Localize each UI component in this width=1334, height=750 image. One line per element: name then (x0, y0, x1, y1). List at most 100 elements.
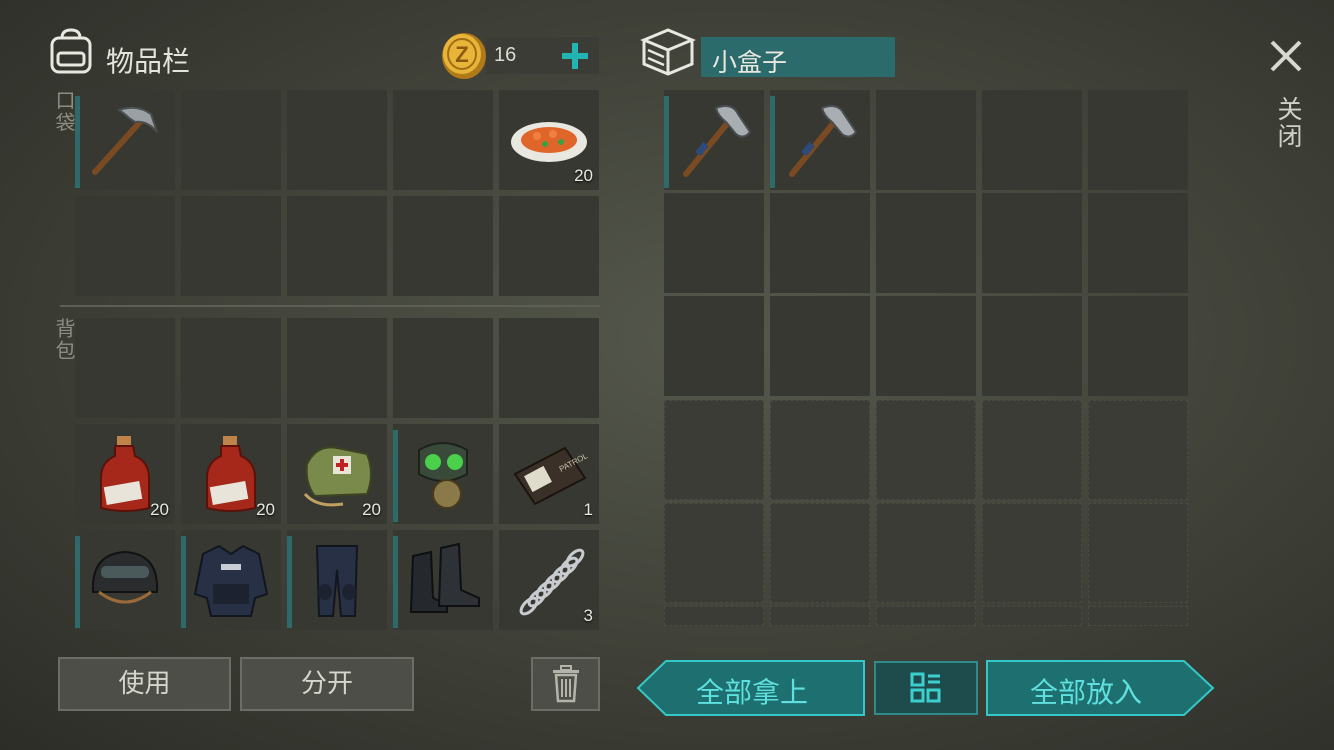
split-button[interactable]: 分开 (240, 657, 414, 711)
spring-slot[interactable]: 3 (499, 530, 599, 630)
container-title: 小盒子 (712, 48, 788, 77)
inventory-slot[interactable] (770, 400, 870, 500)
inventory-slot[interactable] (982, 90, 1082, 190)
durability-bar (181, 536, 186, 628)
police-pants-slot[interactable] (287, 530, 387, 630)
inventory-slot[interactable] (770, 193, 870, 293)
inventory-slot[interactable] (393, 90, 493, 190)
inventory-slot[interactable] (770, 606, 870, 626)
inventory-slot[interactable] (1088, 503, 1188, 603)
spirit-bottle-slot[interactable]: 20 (75, 424, 175, 524)
inventory-slot[interactable] (75, 196, 175, 296)
backpack-icon (46, 26, 96, 76)
durability-bar (664, 96, 669, 188)
inventory-slot[interactable] (499, 318, 599, 418)
layout-toggle-button[interactable] (874, 661, 978, 715)
police-wallet-slot[interactable]: PATROL 1 (499, 424, 599, 524)
police-wallet-icon: PATROL (513, 446, 589, 506)
coin-count: 16 (494, 44, 517, 66)
inventory-slot[interactable] (982, 296, 1082, 396)
take-all-label: 全部拿上 (696, 676, 809, 709)
food-plate-slot[interactable]: 20 (499, 90, 599, 190)
inventory-slot[interactable] (1088, 193, 1188, 293)
gas-mask-icon (418, 442, 468, 509)
inventory-slot[interactable] (181, 196, 281, 296)
close-button[interactable]: 关闭 (1262, 36, 1310, 166)
item-count: 20 (256, 500, 275, 519)
durability-bar (770, 96, 775, 188)
police-vest-icon (193, 544, 269, 617)
inventory-slot[interactable] (1088, 296, 1188, 396)
inventory-slot[interactable] (876, 606, 976, 626)
police-vest-slot[interactable] (181, 530, 281, 630)
box-icon (640, 26, 696, 78)
inventory-slot[interactable] (982, 606, 1082, 626)
plus-icon (562, 43, 588, 69)
durability-bar (287, 536, 292, 628)
durability-bar (393, 536, 398, 628)
inventory-slot[interactable] (876, 503, 976, 603)
spring-icon (519, 548, 585, 616)
hatchet-slot[interactable] (770, 90, 870, 190)
trash-icon (553, 665, 579, 703)
inventory-slot[interactable] (499, 196, 599, 296)
put-all-button[interactable]: 全部放入 (986, 660, 1216, 716)
inventory-slot[interactable] (770, 503, 870, 603)
inventory-slot[interactable] (770, 296, 870, 396)
inventory-slot[interactable] (876, 400, 976, 500)
inventory-slot[interactable] (664, 193, 764, 293)
durability-bar (75, 536, 80, 628)
durability-bar (393, 430, 398, 522)
split-button-label: 分开 (300, 669, 353, 699)
medkit-bag-slot[interactable]: 20 (287, 424, 387, 524)
inventory-slot[interactable] (664, 400, 764, 500)
inventory-slot[interactable] (181, 90, 281, 190)
inventory-slot[interactable] (75, 318, 175, 418)
inventory-slot[interactable] (287, 90, 387, 190)
inventory-slot[interactable] (1088, 606, 1188, 626)
inventory-slot[interactable] (876, 90, 976, 190)
inventory-slot[interactable] (876, 296, 976, 396)
pickaxe-icon (92, 106, 158, 175)
grid-icon (910, 672, 941, 703)
item-count: 20 (574, 166, 593, 185)
item-count: 20 (150, 500, 169, 519)
inventory-title: 物品栏 (106, 45, 191, 78)
inventory-slot[interactable] (393, 196, 493, 296)
inventory-slot[interactable] (982, 193, 1082, 293)
inventory-slot[interactable] (664, 606, 764, 626)
inventory-slot[interactable] (393, 318, 493, 418)
spirit-bottle-slot[interactable]: 20 (181, 424, 281, 524)
helmet-slot[interactable] (75, 530, 175, 630)
put-all-label: 全部放入 (1030, 676, 1143, 709)
gas-mask-slot[interactable] (393, 424, 493, 524)
svg-text:Z: Z (455, 42, 468, 67)
item-count: 20 (362, 500, 381, 519)
item-count: 1 (583, 500, 593, 519)
section-divider (60, 305, 600, 307)
trash-button[interactable] (531, 657, 600, 711)
inventory-slot[interactable] (287, 196, 387, 296)
inventory-slot[interactable] (1088, 400, 1188, 500)
hatchet-slot[interactable] (664, 90, 764, 190)
boots-slot[interactable] (393, 530, 493, 630)
durability-bar (75, 96, 80, 188)
inventory-slot[interactable] (876, 193, 976, 293)
take-all-button[interactable]: 全部拿上 (636, 660, 866, 716)
pickaxe-slot[interactable] (75, 90, 175, 190)
use-button-label: 使用 (118, 669, 171, 699)
inventory-slot[interactable] (982, 503, 1082, 603)
use-button[interactable]: 使用 (58, 657, 231, 711)
inventory-slot[interactable] (1088, 90, 1188, 190)
hatchet-icon (683, 105, 752, 177)
police-pants-icon (315, 545, 359, 617)
inventory-slot[interactable] (664, 503, 764, 603)
inventory-slot[interactable] (982, 400, 1082, 500)
close-label: 关闭 (1274, 96, 1303, 150)
inventory-slot[interactable] (181, 318, 281, 418)
boots-icon (409, 542, 480, 613)
add-coins-button[interactable] (557, 38, 593, 74)
close-icon (1270, 40, 1302, 72)
inventory-slot[interactable] (664, 296, 764, 396)
inventory-slot[interactable] (287, 318, 387, 418)
